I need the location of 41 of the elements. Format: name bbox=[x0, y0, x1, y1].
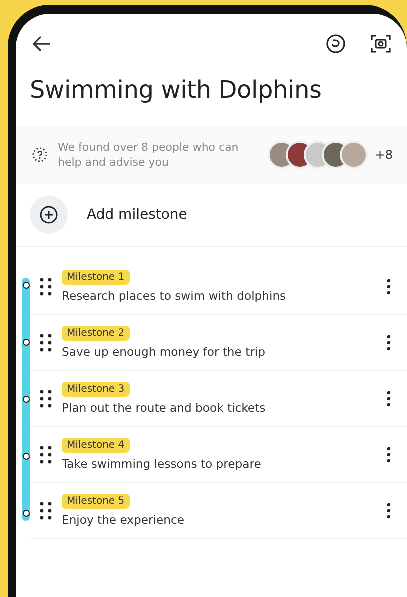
timeline-dot bbox=[22, 339, 30, 346]
milestone-text: Plan out the route and book tickets bbox=[62, 401, 266, 415]
helpers-message: We found over 8 people who can help and advise you bbox=[58, 140, 240, 170]
kebab-menu-icon bbox=[387, 278, 391, 294]
camera-button[interactable] bbox=[369, 32, 393, 56]
kebab-menu-icon bbox=[387, 446, 391, 462]
camera-scan-icon bbox=[371, 34, 391, 54]
milestone-row[interactable]: Milestone 3 Plan out the route and book tickets bbox=[30, 371, 407, 427]
milestone-badge: Milestone 5 bbox=[62, 494, 130, 509]
timeline-dot bbox=[22, 396, 30, 403]
kebab-menu-icon bbox=[387, 502, 391, 518]
back-arrow-icon bbox=[33, 36, 51, 52]
milestone-badge: Milestone 4 bbox=[62, 438, 130, 453]
drag-handle-icon[interactable] bbox=[40, 334, 52, 352]
timeline-dot bbox=[22, 510, 30, 517]
more-people-count: +8 bbox=[375, 148, 393, 162]
avatar bbox=[340, 141, 368, 169]
milestone-badge: Milestone 3 bbox=[62, 382, 130, 397]
milestone-badge: Milestone 2 bbox=[62, 326, 130, 341]
drag-handle-icon[interactable] bbox=[40, 446, 52, 464]
timeline-dot bbox=[22, 282, 30, 289]
milestone-row[interactable]: Milestone 5 Enjoy the experience bbox=[30, 483, 407, 539]
milestone-text: Take swimming lessons to prepare bbox=[62, 457, 262, 471]
milestone-row[interactable]: Milestone 4 Take swimming lessons to prepare bbox=[30, 427, 407, 483]
redo-button[interactable] bbox=[324, 32, 348, 56]
milestone-text: Save up enough money for the trip bbox=[62, 345, 266, 359]
page-title: Swimming with Dolphins bbox=[30, 76, 323, 104]
milestone-badge: Milestone 1 bbox=[62, 270, 130, 285]
add-milestone-button[interactable]: Add milestone bbox=[16, 184, 407, 247]
drag-handle-icon[interactable] bbox=[40, 502, 52, 520]
dotted-question-icon bbox=[32, 147, 48, 163]
milestone-row[interactable]: Milestone 1 Research places to swim with dolphins bbox=[30, 259, 407, 315]
drag-handle-icon[interactable] bbox=[40, 390, 52, 408]
milestone-text: Enjoy the experience bbox=[62, 513, 185, 527]
plus-circle-icon bbox=[40, 206, 58, 224]
kebab-menu-icon bbox=[387, 390, 391, 406]
drag-handle-icon[interactable] bbox=[40, 278, 52, 296]
timeline-dot bbox=[22, 453, 30, 460]
kebab-menu-icon bbox=[387, 334, 391, 350]
milestone-text: Research places to swim with dolphins bbox=[62, 289, 286, 303]
milestone-row[interactable]: Milestone 2 Save up enough money for the trip bbox=[30, 315, 407, 371]
